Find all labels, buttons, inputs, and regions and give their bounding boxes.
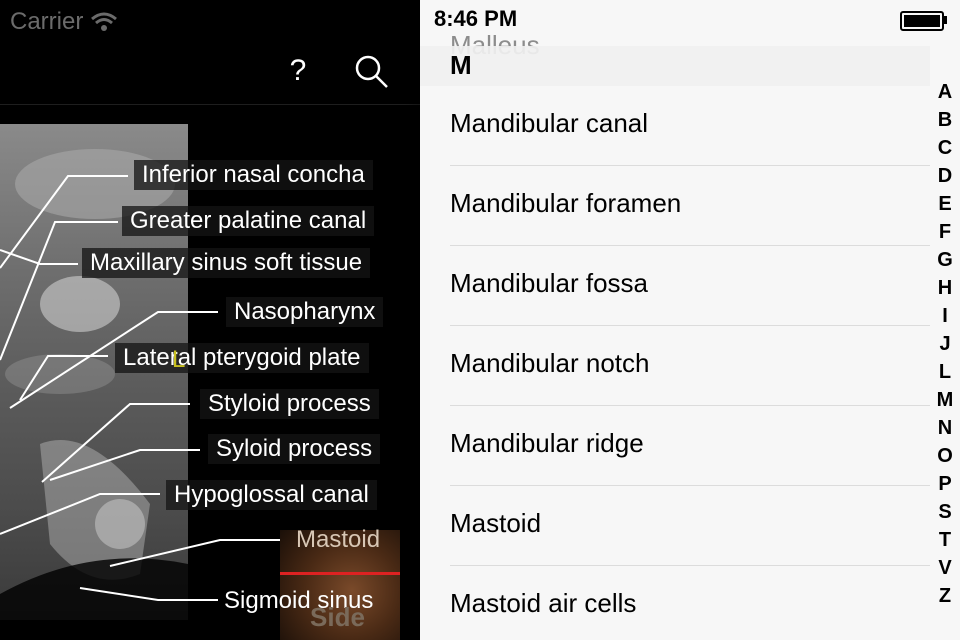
anatomy-label[interactable]: Greater palatine canal <box>122 206 375 236</box>
anatomy-label[interactable]: Styloid process <box>200 389 379 419</box>
index-letter[interactable]: G <box>930 246 960 274</box>
anatomy-viewer: Carrier ? Inferior nasal concha Greater … <box>0 0 420 640</box>
list-item[interactable]: Mastoid <box>420 486 930 566</box>
index-letter[interactable]: B <box>930 106 960 134</box>
list-item[interactable]: Mandibular foramen <box>420 166 930 246</box>
index-letter[interactable]: Z <box>930 582 960 610</box>
index-letter[interactable]: L <box>930 358 960 386</box>
index-letter[interactable]: F <box>930 218 960 246</box>
structure-list-panel: 8:46 PM Malleus M Mandibular canal Mandi… <box>420 0 960 640</box>
index-letter[interactable]: I <box>930 302 960 330</box>
list-item[interactable]: Mandibular ridge <box>420 406 930 486</box>
index-letter[interactable]: O <box>930 442 960 470</box>
side-view-label: Side <box>310 602 365 632</box>
index-letter[interactable]: H <box>930 274 960 302</box>
index-letter[interactable]: J <box>930 330 960 358</box>
anatomy-label[interactable]: Mastoid <box>288 525 388 555</box>
section-header: M <box>420 46 930 86</box>
index-letter[interactable]: V <box>930 554 960 582</box>
list-item-label: Mandibular notch <box>450 348 650 378</box>
anatomy-label[interactable]: Hypoglossal canal <box>166 480 377 510</box>
list-item-label: Mastoid <box>450 508 542 538</box>
list-item-label: Mandibular ridge <box>450 428 644 458</box>
list-item-label: Mandibular canal <box>450 108 649 138</box>
list-item[interactable]: Mandibular canal <box>420 86 930 166</box>
index-letter[interactable]: P <box>930 470 960 498</box>
index-letter[interactable]: C <box>930 134 960 162</box>
list-item-label: Mastoid air cells <box>450 588 637 618</box>
anatomy-label[interactable]: Inferior nasal concha <box>134 160 373 190</box>
index-letter[interactable]: T <box>930 526 960 554</box>
list-item[interactable]: Mandibular notch <box>420 326 930 406</box>
index-letter[interactable]: S <box>930 498 960 526</box>
index-letter[interactable]: N <box>930 414 960 442</box>
list-item-label: Mandibular fossa <box>450 268 648 298</box>
anatomy-label[interactable]: Lateral pterygoid plate <box>115 343 369 373</box>
battery-icon <box>900 11 944 31</box>
alphabet-index[interactable]: ABCDEFGHIJLMNOPSTVZ <box>930 78 960 608</box>
index-letter[interactable]: M <box>930 386 960 414</box>
list-item-label: Mandibular foramen <box>450 188 682 218</box>
anatomy-label[interactable]: Maxillary sinus soft tissue <box>82 248 371 278</box>
section-letter: M <box>450 50 472 80</box>
index-letter[interactable]: D <box>930 162 960 190</box>
orientation-marker: L <box>172 346 186 373</box>
anatomy-label[interactable]: Syloid process <box>208 434 381 464</box>
index-letter[interactable]: A <box>930 78 960 106</box>
status-time: 8:46 PM <box>434 6 518 31</box>
list-item[interactable]: Mandibular fossa <box>420 246 930 326</box>
slice-indicator-line <box>280 572 400 575</box>
index-letter[interactable]: E <box>930 190 960 218</box>
anatomy-label[interactable]: Nasopharynx <box>226 297 384 327</box>
list-item[interactable]: Mastoid air cells <box>420 566 930 640</box>
